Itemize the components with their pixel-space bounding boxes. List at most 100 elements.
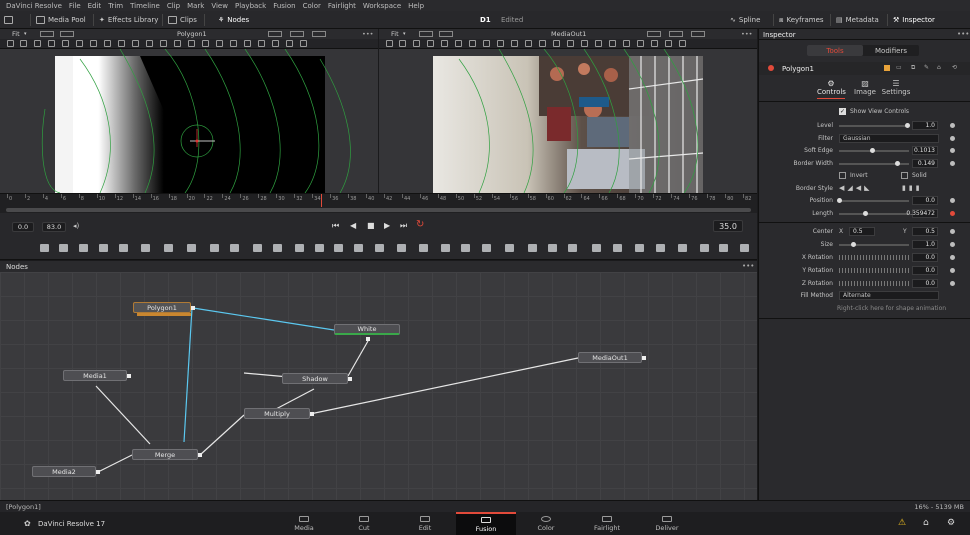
light-icon[interactable] xyxy=(719,244,728,252)
inspector-button[interactable]: ⚒ Inspector xyxy=(893,11,935,29)
paint-icon[interactable] xyxy=(99,244,108,252)
node-polygon1[interactable]: Polygon1 xyxy=(133,302,191,313)
viewer-right-canvas[interactable] xyxy=(379,49,757,193)
join-style-icons[interactable]: ◀◢◀◣ xyxy=(839,184,873,192)
pointer-icon[interactable] xyxy=(413,40,420,47)
points-icon[interactable] xyxy=(567,40,574,47)
channel-icon[interactable] xyxy=(164,244,173,252)
subtab-controls[interactable]: ⚙ Controls xyxy=(817,79,846,99)
menu-view[interactable]: View xyxy=(211,2,228,10)
menu-playback[interactable]: Playback xyxy=(235,2,266,10)
points-icon[interactable] xyxy=(188,40,195,47)
transform-icon[interactable] xyxy=(118,40,125,47)
blur-icon[interactable] xyxy=(230,244,239,252)
menu-clip[interactable]: Clip xyxy=(167,2,180,10)
wand-icon[interactable] xyxy=(300,40,307,47)
output-port[interactable] xyxy=(127,374,131,378)
nodes-button[interactable]: ⚘ Nodes xyxy=(218,11,249,29)
shape-icon[interactable] xyxy=(511,40,518,47)
smooth-icon[interactable] xyxy=(90,40,97,47)
length-slider[interactable] xyxy=(839,211,909,216)
keyframe-icon[interactable] xyxy=(950,281,955,286)
rectangle-icon[interactable] xyxy=(334,244,343,252)
enable-toggle-icon[interactable] xyxy=(768,65,774,71)
roto-icon[interactable] xyxy=(581,40,588,47)
copy-icon[interactable]: ⧉ xyxy=(911,64,915,72)
position-slider[interactable] xyxy=(837,198,909,203)
subtab-settings[interactable]: ☰ Settings xyxy=(881,79,911,99)
node-multiply[interactable]: Multiply xyxy=(244,408,310,419)
output-port[interactable] xyxy=(198,453,202,457)
menu-fusion[interactable]: Fusion xyxy=(273,2,295,10)
keyframe-icon[interactable] xyxy=(950,123,955,128)
slider-knob[interactable] xyxy=(905,123,910,128)
handles-icon[interactable] xyxy=(174,40,181,47)
brush-icon[interactable] xyxy=(119,244,128,252)
version-icon[interactable]: ▭ xyxy=(896,64,902,71)
keyframe-icon[interactable] xyxy=(950,161,955,166)
page-cut[interactable]: Cut xyxy=(334,512,394,535)
lut-icon[interactable] xyxy=(669,31,683,37)
roi-icon[interactable] xyxy=(647,31,661,37)
polygon-icon[interactable] xyxy=(273,244,282,252)
cap-style-icons[interactable]: ▮▮▮ xyxy=(902,184,923,192)
show-key-icon[interactable] xyxy=(637,40,644,47)
go-to-end-icon[interactable]: ⏭ xyxy=(400,221,407,231)
menu-timeline[interactable]: Timeline xyxy=(130,2,160,10)
border-width-value[interactable]: 0.149 xyxy=(912,159,938,168)
follow-icon[interactable] xyxy=(665,40,672,47)
output-port[interactable] xyxy=(642,356,646,360)
kill-icon[interactable] xyxy=(568,244,577,252)
smooth-icon[interactable] xyxy=(469,40,476,47)
settings-gear-icon[interactable]: ⚙ xyxy=(947,518,955,528)
delete-icon[interactable] xyxy=(525,40,532,47)
channel-toggle-icon[interactable] xyxy=(60,31,74,37)
keyframe-icon[interactable] xyxy=(950,242,955,247)
page-fusion[interactable]: Fusion xyxy=(456,512,516,535)
menu-fairlight[interactable]: Fairlight xyxy=(328,2,356,10)
merge-icon[interactable] xyxy=(141,244,150,252)
menu-app[interactable]: DaVinci Resolve xyxy=(6,2,62,10)
z-rotation-dial[interactable] xyxy=(839,281,909,286)
output-port[interactable] xyxy=(348,377,352,381)
output-port[interactable] xyxy=(191,306,195,310)
insert-icon[interactable] xyxy=(62,40,69,47)
go-to-start-icon[interactable]: ⏮ xyxy=(332,221,339,231)
size-value[interactable]: 1.0 xyxy=(912,240,938,249)
keyframe-icon[interactable] xyxy=(950,255,955,260)
fill-method-dropdown[interactable]: Alternate xyxy=(839,291,939,300)
transform-icon[interactable] xyxy=(497,40,504,47)
pen-icon[interactable] xyxy=(441,244,450,252)
keyframe-icon[interactable] xyxy=(950,136,955,141)
tracker-icon[interactable] xyxy=(354,244,363,252)
click-append-icon[interactable] xyxy=(7,40,14,47)
output-port[interactable] xyxy=(310,412,314,416)
roto-icon[interactable] xyxy=(202,40,209,47)
view-toggle-icon[interactable] xyxy=(419,31,433,37)
z-rotation-value[interactable]: 0.0 xyxy=(912,279,938,288)
reset-icon[interactable]: ⟲ xyxy=(952,64,957,71)
shape-icon[interactable] xyxy=(132,40,139,47)
menu-help[interactable]: Help xyxy=(408,2,424,10)
play-reverse-icon[interactable]: ◀ xyxy=(350,221,356,230)
page-media[interactable]: Media xyxy=(274,512,334,535)
node-white[interactable]: White xyxy=(334,324,400,335)
more-options-icon[interactable]: ••• xyxy=(742,262,754,270)
viewer-left-canvas[interactable] xyxy=(0,49,378,193)
x-rotation-value[interactable]: 0.0 xyxy=(912,253,938,262)
option-icon[interactable] xyxy=(312,31,326,37)
channel-toggle-icon[interactable] xyxy=(439,31,453,37)
sphere-icon[interactable] xyxy=(678,244,687,252)
play-icon[interactable]: ▶ xyxy=(384,221,390,230)
level-value[interactable]: 1.0 xyxy=(912,121,938,130)
y-rotation-value[interactable]: 0.0 xyxy=(912,266,938,275)
lut-icon[interactable] xyxy=(290,31,304,37)
length-value[interactable]: 0.359472 xyxy=(906,209,938,218)
shape-box-icon[interactable] xyxy=(244,40,251,47)
lock-icon[interactable]: ⌂ xyxy=(937,64,941,71)
draw-icon[interactable] xyxy=(48,40,55,47)
renderer-icon[interactable] xyxy=(740,244,749,252)
node-merge[interactable]: Merge xyxy=(132,449,198,460)
spline-button[interactable]: ∿ Spline xyxy=(730,11,760,29)
time-ruler[interactable]: 0 2 4 6 8 10 12 14 16 18 20 22 24 26 28 30 32 34 36 38 40 42 4… xyxy=(0,193,757,208)
